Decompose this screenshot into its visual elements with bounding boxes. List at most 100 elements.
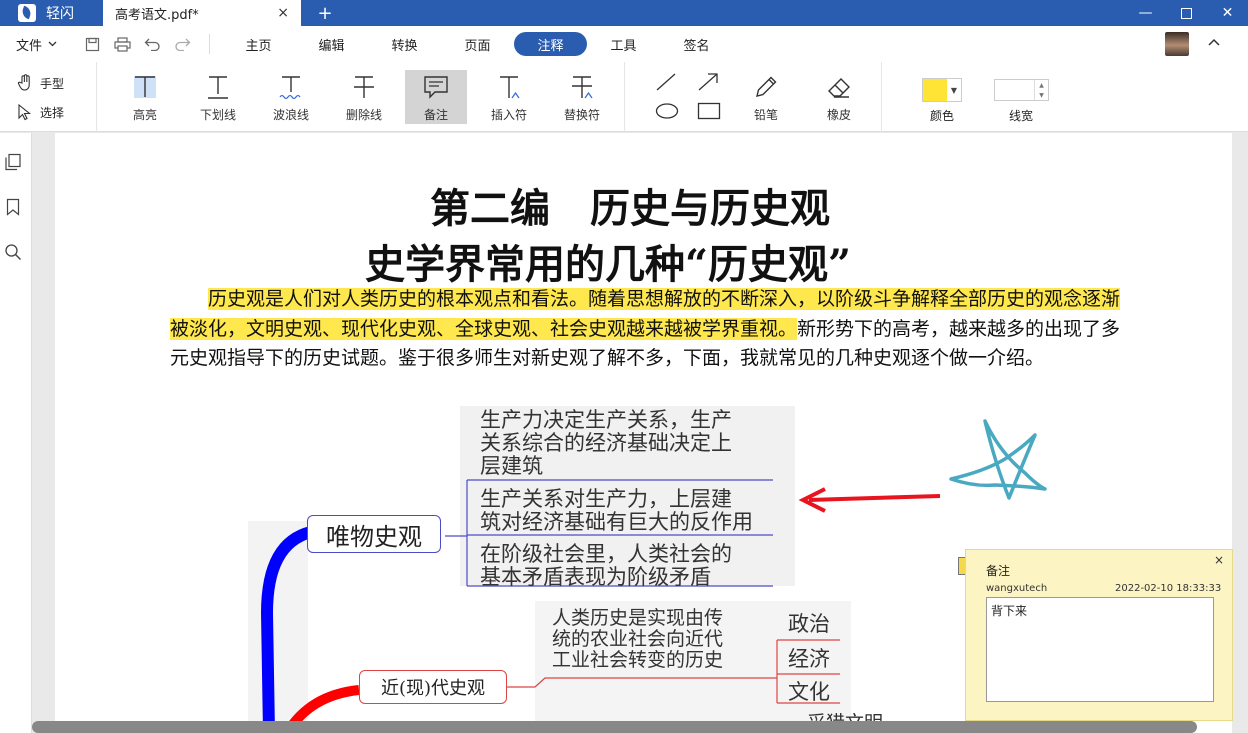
line-width-label: 线宽 xyxy=(1009,109,1034,123)
hand-tool-button[interactable]: 手型 xyxy=(16,74,64,92)
tab-close-icon[interactable]: × xyxy=(277,5,289,21)
spin-down-icon[interactable]: ▼ xyxy=(1039,92,1044,99)
eraser-label: 橡皮 xyxy=(826,108,851,122)
pencil-drawing-annotation[interactable] xyxy=(945,413,1055,503)
strikethrough-icon xyxy=(354,76,374,98)
line-width-input[interactable]: ▲ ▼ xyxy=(994,79,1049,101)
mindmap-node-modern: 近(现)代史观 xyxy=(359,670,507,704)
strikethrough-tool[interactable]: 删除线 xyxy=(333,70,395,124)
cursor-icon xyxy=(18,103,32,121)
insert-caret-icon xyxy=(500,76,520,99)
spin-up-icon[interactable]: ▲ xyxy=(1039,82,1044,89)
app-logo-icon xyxy=(18,4,36,22)
quick-access xyxy=(83,35,191,53)
eraser-tool[interactable]: 橡皮 xyxy=(808,70,870,124)
document-tab-label: 高考语文.pdf* xyxy=(115,7,199,23)
app-tab[interactable]: 轻闪 xyxy=(0,0,103,26)
rectangle-tool[interactable] xyxy=(697,102,721,123)
mindmap-line: 统的农业社会向近代 xyxy=(552,628,724,650)
color-swatch xyxy=(923,79,947,101)
bookmark-icon[interactable] xyxy=(4,198,22,216)
print-icon[interactable] xyxy=(113,35,131,53)
mindmap-text: 生产力决定生产关系，生产 关系综合的经济基础决定上 层建筑 xyxy=(480,409,732,478)
line-width-stepper[interactable]: ▲ ▼ xyxy=(1034,80,1048,100)
mindmap-leaf: 文化 xyxy=(788,680,830,704)
undo-icon[interactable] xyxy=(143,35,161,53)
tab-convert[interactable]: 转换 xyxy=(368,32,441,56)
ellipse-icon xyxy=(655,103,679,119)
intro-paragraph[interactable]: 历史观是人们对人类历史的根本观点和看法。随着思想解放的不断深入，以阶级斗争解释全… xyxy=(170,285,1135,374)
new-tab-button[interactable]: + xyxy=(301,0,349,26)
mindmap-image: 唯物史观 近(现)代史观 生产力决定生产关系，生产 关系综合的经济基础决定上 层… xyxy=(245,403,883,733)
horizontal-scroll-thumb[interactable] xyxy=(32,721,1197,733)
highlight-tool[interactable]: 高亮 xyxy=(114,70,176,124)
divider xyxy=(209,34,211,54)
highlight-icon xyxy=(134,76,156,98)
mindmap-line: 人类历史是实现由传 xyxy=(552,607,724,629)
file-menu[interactable]: 文件 xyxy=(16,35,57,54)
note-close-icon[interactable]: × xyxy=(1214,553,1224,567)
underline-icon xyxy=(208,76,228,99)
note-popup[interactable]: 备注 × wangxutech 2022-02-10 18:33:33 背下来 xyxy=(965,549,1233,721)
replace-label: 替换符 xyxy=(563,108,600,122)
underline-tool[interactable]: 下划线 xyxy=(187,70,249,124)
arrow-tool[interactable] xyxy=(697,72,719,95)
annotation-toolbar: 手型 选择 高亮 下划线 波浪线 删除线 备注 插入符 替换符 铅笔 橡皮 ▼ … xyxy=(0,62,1248,132)
note-author: wangxutech xyxy=(986,583,1048,594)
tab-annotate[interactable]: 注释 xyxy=(514,32,588,56)
squiggly-icon xyxy=(279,76,301,100)
line-icon xyxy=(656,73,676,91)
underline-label: 下划线 xyxy=(199,108,236,122)
divider xyxy=(881,62,882,132)
avatar[interactable] xyxy=(1165,32,1189,56)
replace-tool[interactable]: 替换符 xyxy=(551,70,613,124)
mindmap-line: 生产关系对生产力，上层建 xyxy=(480,487,732,511)
color-picker[interactable]: ▼ xyxy=(922,78,962,102)
replace-icon xyxy=(572,76,593,99)
divider xyxy=(96,62,97,132)
divider xyxy=(624,62,625,132)
document-tab[interactable]: 高考语文.pdf* × xyxy=(103,0,301,26)
mindmap-leaf: 经济 xyxy=(788,647,830,671)
hand-icon xyxy=(17,74,30,91)
pencil-icon xyxy=(756,76,777,97)
mindmap-line: 层建筑 xyxy=(480,454,543,478)
tab-tools[interactable]: 工具 xyxy=(587,32,660,56)
line-tool[interactable] xyxy=(655,72,677,95)
collapse-ribbon-icon[interactable] xyxy=(1208,34,1220,50)
mindmap-line: 生产力决定生产关系，生产 xyxy=(480,408,732,432)
menu-bar: 文件 主页 编辑 转换 页面 注释 工具 签名 xyxy=(0,26,1248,62)
ellipse-tool[interactable] xyxy=(655,102,679,123)
tab-page[interactable]: 页面 xyxy=(441,32,514,56)
minimize-button[interactable]: — xyxy=(1125,0,1166,26)
redo-icon[interactable] xyxy=(173,35,191,53)
search-icon[interactable] xyxy=(4,243,22,261)
maximize-button[interactable] xyxy=(1166,0,1207,26)
mindmap-text: 生产关系对生产力，上层建 筑对经济基础有巨大的反作用 xyxy=(480,488,753,534)
note-timestamp: 2022-02-10 18:33:33 xyxy=(1115,583,1222,594)
insert-caret-label: 插入符 xyxy=(490,108,527,122)
note-content-input[interactable]: 背下来 xyxy=(986,597,1214,702)
highlight-label: 高亮 xyxy=(132,108,157,122)
tab-home[interactable]: 主页 xyxy=(222,32,295,56)
save-icon[interactable] xyxy=(83,35,101,53)
strikethrough-label: 删除线 xyxy=(345,108,382,122)
squiggly-tool[interactable]: 波浪线 xyxy=(260,70,322,124)
heading-part: 第二编 历史与历史观 xyxy=(430,185,830,232)
color-label: 颜色 xyxy=(930,109,955,123)
eraser-icon xyxy=(828,78,850,98)
close-window-button[interactable]: ✕ xyxy=(1207,0,1248,26)
mindmap-line: 在阶级社会里，人类社会的 xyxy=(480,542,732,566)
squiggly-label: 波浪线 xyxy=(272,108,309,122)
ribbon-tabs: 主页 编辑 转换 页面 注释 工具 签名 xyxy=(222,32,733,56)
tab-edit[interactable]: 编辑 xyxy=(295,32,368,56)
thumbnails-icon[interactable] xyxy=(4,153,22,171)
tab-sign[interactable]: 签名 xyxy=(660,32,733,56)
arrow-annotation[interactable] xyxy=(795,483,945,513)
note-tool[interactable]: 备注 xyxy=(405,70,467,124)
pencil-tool[interactable]: 铅笔 xyxy=(735,70,797,124)
insert-caret-tool[interactable]: 插入符 xyxy=(478,70,540,124)
app-name: 轻闪 xyxy=(46,6,74,22)
mindmap-line: 筑对经济基础有巨大的反作用 xyxy=(480,510,753,534)
select-tool-button[interactable]: 选择 xyxy=(16,103,64,121)
